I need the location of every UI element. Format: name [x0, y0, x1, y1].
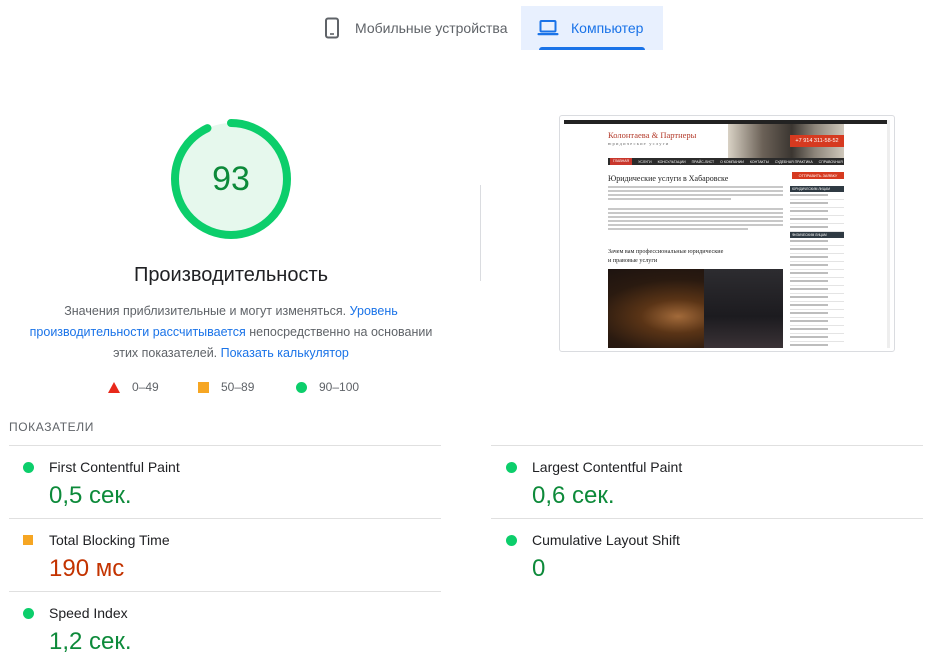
metric-si: Speed Index 1,2 сек. — [9, 592, 429, 664]
triangle-icon — [108, 381, 120, 393]
site-phone: +7 914 311-58-52 — [790, 135, 844, 147]
good-status-icon — [506, 535, 517, 546]
metric-lcp: Largest Contentful Paint 0,6 сек. — [492, 446, 912, 518]
tab-desktop[interactable]: Компьютер — [521, 6, 663, 50]
tab-mobile[interactable]: Мобильные устройства — [313, 6, 516, 50]
performance-gauge: 93 — [170, 118, 292, 240]
page-screenshot[interactable]: Колонтаева & Партнеры юридические услуги… — [559, 115, 895, 352]
circle-icon — [296, 381, 307, 393]
metric-label: Speed Index — [49, 605, 128, 621]
site-subheading-line1: Зачем вам профессиональные юридические — [608, 248, 724, 255]
metric-value: 0 — [532, 555, 546, 582]
site-nav-item: СПРАВОЧНАЯ — [818, 159, 843, 164]
site-sidebar-heading: ЮРИДИЧЕСКИМ ЛИЦАМ — [790, 186, 844, 192]
site-nav: ГЛАВНАЯ УСЛУГИ КОНСУЛЬТАЦИИ ПРАЙС-ЛИСТ О… — [608, 158, 844, 165]
laptop-icon — [537, 17, 559, 39]
legend-fail-label: 0–49 — [132, 380, 159, 394]
metric-value: 190 мс — [49, 555, 125, 582]
good-status-icon — [23, 608, 34, 619]
metric-value: 0,5 сек. — [49, 482, 132, 509]
metrics-section-title: ПОКАЗАТЕЛИ — [9, 420, 94, 434]
site-text-block — [608, 186, 783, 202]
tab-mobile-label: Мобильные устройства — [355, 20, 508, 36]
site-logo-subtitle: юридические услуги — [608, 141, 670, 146]
site-subheading-line2: и правовые услуги — [608, 257, 658, 264]
smartphone-icon — [321, 17, 343, 39]
average-status-icon — [23, 535, 33, 545]
screenshot-content: Колонтаева & Партнеры юридические услуги… — [564, 120, 890, 348]
tab-desktop-label: Компьютер — [571, 20, 644, 36]
vertical-divider — [480, 185, 481, 281]
good-status-icon — [23, 462, 34, 473]
site-sidebar-heading: ФИЗИЧЕСКИМ ЛИЦАМ — [790, 232, 844, 238]
legend-average: 50–89 — [198, 380, 254, 394]
square-icon — [198, 381, 209, 393]
site-nav-item: СУДЕБНАЯ ПРАКТИКА — [774, 159, 813, 164]
metric-value: 0,6 сек. — [532, 482, 615, 509]
site-nav-item: УСЛУГИ — [638, 159, 652, 164]
metric-label: Cumulative Layout Shift — [532, 532, 680, 548]
site-sidebar: ЮРИДИЧЕСКИМ ЛИЦАМ ФИЗИЧЕСКИМ ЛИЦАМ — [790, 186, 844, 348]
site-nav-item: КОНСУЛЬТАЦИИ — [657, 159, 686, 164]
metric-label: First Contentful Paint — [49, 459, 180, 475]
show-calculator-link[interactable]: Показать калькулятор — [221, 346, 349, 360]
metric-value: 1,2 сек. — [49, 628, 132, 655]
desc-text-1: Значения приблизительные и могут изменят… — [64, 304, 350, 318]
site-text-block — [608, 208, 783, 232]
site-person-photo — [704, 269, 783, 348]
metric-label: Largest Contentful Paint — [532, 459, 683, 475]
performance-score: 93 — [212, 159, 250, 198]
site-nav-item: КОНТАКТЫ — [749, 159, 769, 164]
site-heading: Юридические услуги в Хабаровске — [608, 174, 729, 183]
metric-tbt: Total Blocking Time 190 мс — [9, 519, 429, 591]
site-call-button: ОТПРАВИТЬ ЗАЯВКУ — [792, 172, 844, 179]
metric-label: Total Blocking Time — [49, 532, 170, 548]
gauge-title: Производительность — [133, 264, 329, 286]
site-nav-item: ПРАЙС-ЛИСТ — [691, 159, 715, 164]
metric-cls: Cumulative Layout Shift 0 — [492, 519, 912, 591]
legend-pass-label: 90–100 — [319, 380, 360, 394]
good-status-icon — [506, 462, 517, 473]
site-logo: Колонтаева & Партнеры — [608, 130, 697, 140]
metric-fcp: First Contentful Paint 0,5 сек. — [9, 446, 429, 518]
site-nav-item: ГЛАВНАЯ — [610, 158, 633, 165]
gauge-description: Значения приблизительные и могут изменят… — [20, 301, 442, 364]
legend-fail: 0–49 — [108, 380, 159, 394]
screenshot-scrollbar — [887, 120, 890, 348]
legend-pass: 90–100 — [296, 380, 359, 394]
site-nav-item: О КОМПАНИИ — [720, 159, 744, 164]
legend-average-label: 50–89 — [221, 380, 255, 394]
site-subheading: Зачем вам профессиональные юридические и … — [608, 247, 723, 265]
